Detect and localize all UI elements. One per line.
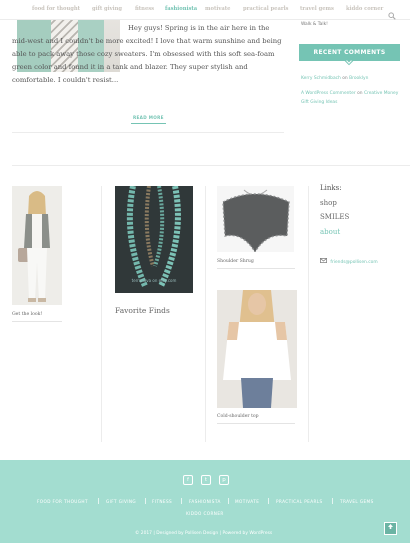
footer-nav-divider (145, 498, 146, 504)
email-address[interactable]: friends@pollisen.com (330, 260, 377, 265)
nav-item-travel-gems[interactable]: travel gems (300, 6, 334, 12)
sidebar-top-link[interactable]: Walk & Talk! (301, 22, 328, 27)
comment-author[interactable]: A WordPress Commenter (301, 91, 356, 96)
footer-nav-divider (332, 498, 333, 504)
link-smiles[interactable]: SMILES (320, 213, 349, 221)
footer-nav-food-for-thought[interactable]: FOOD FOR THOUGHT (37, 499, 88, 504)
cold-shoulder-top-image[interactable] (217, 290, 297, 408)
favorite-finds-title: Favorite Finds (115, 306, 170, 315)
get-the-look-caption[interactable]: Get the look! (12, 312, 42, 317)
recent-comments-header: RECENT COMMENTS (299, 44, 400, 66)
search-icon[interactable] (388, 5, 396, 20)
link-about[interactable]: about (320, 228, 340, 236)
footer-nav-fitness[interactable]: FITNESS (152, 499, 172, 504)
shoulder-shrug-caption[interactable]: Shoulder Shrug (217, 259, 254, 264)
footer-nav-fashionista[interactable]: FASHIONISTA (189, 499, 221, 504)
footer-nav-practical-pearls[interactable]: PRACTICAL PEARLS (276, 499, 323, 504)
link-shop[interactable]: shop (320, 199, 337, 207)
footer-nav-travel-gems[interactable]: TRAVEL GEMS (340, 499, 374, 504)
top-navigation: food for thought gift giving fitness fas… (0, 0, 410, 20)
footer-nav-gift-giving[interactable]: GIFT GIVING (106, 499, 136, 504)
caption-divider (12, 321, 62, 322)
footer-nav-divider (228, 498, 229, 504)
caption-divider (217, 268, 295, 269)
facebook-icon[interactable]: f (183, 475, 193, 485)
nav-item-kiddo-corner[interactable]: kiddo corner (346, 6, 383, 12)
get-the-look-image[interactable] (12, 186, 62, 305)
post-divider (12, 132, 284, 133)
links-heading: Links: (320, 184, 342, 192)
back-to-top-icon[interactable] (384, 522, 397, 535)
footer-nav-kiddo-corner[interactable]: KIDDO CORNER (186, 511, 224, 516)
comment-on: on (357, 91, 363, 96)
email-contact[interactable]: friends@pollisen.com (320, 258, 378, 265)
nav-item-food-for-thought[interactable]: food for thought (32, 6, 80, 12)
footer-nav-motivate[interactable]: MOTIVATE (235, 499, 259, 504)
cold-shoulder-top-caption[interactable]: Cold-shoulder top (217, 414, 259, 419)
twitter-icon[interactable]: t (201, 475, 211, 485)
comment-post[interactable]: Brooklyn (349, 76, 368, 81)
copyright-text: © 2017 | Designed by Pollisen Design | P… (135, 531, 273, 536)
nav-item-gift-giving[interactable]: gift giving (92, 6, 122, 12)
recent-comments-title: RECENT COMMENTS (313, 49, 386, 56)
footer-nav-divider (181, 498, 182, 504)
nav-item-practical-pearls[interactable]: practical pearls (243, 6, 288, 12)
pinterest-icon[interactable]: p (219, 475, 229, 485)
favorite-finds-image[interactable]: terranova on etsy.com (115, 186, 193, 293)
recent-comment-1: Kerry Schmidbach on Brooklyn (301, 76, 368, 81)
nav-item-fitness[interactable]: fitness (135, 6, 154, 12)
recent-comment-2: A WordPress Commenter on Creative Money … (301, 90, 399, 107)
image-watermark: terranova on etsy.com (132, 278, 177, 283)
comment-on: on (342, 76, 348, 81)
comment-author[interactable]: Kerry Schmidbach (301, 76, 341, 81)
column-divider (101, 186, 102, 442)
nav-item-motivate[interactable]: motivate (205, 6, 230, 12)
envelope-icon (320, 258, 328, 265)
post-excerpt: Hey guys! Spring is in the air here in t… (12, 24, 282, 84)
read-more-button[interactable]: READ MORE (131, 115, 166, 124)
section-divider (12, 165, 410, 166)
nav-item-fashionista[interactable]: fashionista (165, 6, 197, 12)
footer-nav-divider (268, 498, 269, 504)
footer-nav-divider (98, 498, 99, 504)
caption-divider (217, 423, 295, 424)
column-divider (308, 186, 309, 442)
shoulder-shrug-image[interactable] (217, 186, 294, 252)
column-divider (205, 186, 206, 442)
